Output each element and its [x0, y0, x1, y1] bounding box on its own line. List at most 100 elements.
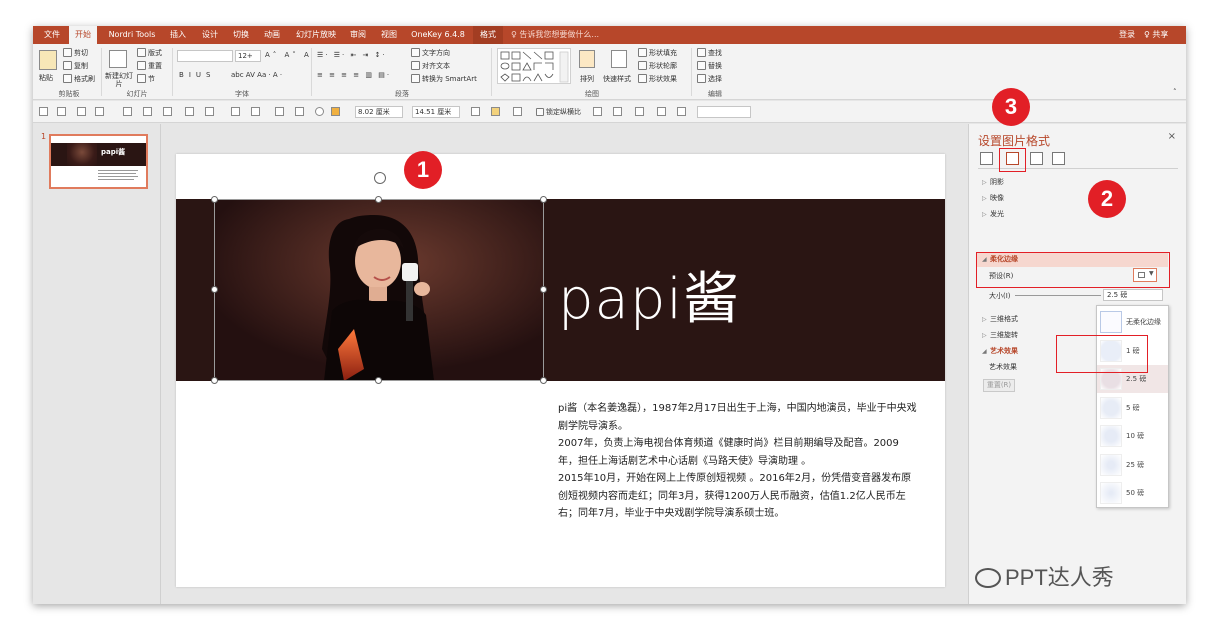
glow-section[interactable]: ▷ 发光 [982, 209, 1004, 219]
bold-button[interactable]: B [179, 71, 189, 79]
quick-styles-button[interactable]: 快速样式 [603, 74, 631, 84]
resize-handle[interactable] [540, 377, 547, 384]
tab-slide-show[interactable]: 幻灯片放映 [291, 26, 341, 44]
tool-icon[interactable] [251, 107, 260, 116]
selection-frame[interactable] [214, 199, 544, 381]
shape-outline-button[interactable]: 形状轮廓 [638, 61, 677, 71]
tool-icon[interactable] [275, 107, 284, 116]
resize-handle[interactable] [540, 196, 547, 203]
replace-button[interactable]: 替换 [697, 61, 722, 71]
size-properties-tab-icon[interactable] [1030, 152, 1043, 165]
font-color-buttons[interactable]: abc AV Aa · A · [231, 71, 282, 79]
highlight-icon[interactable] [185, 107, 194, 116]
tool-icon[interactable] [57, 107, 66, 116]
smartart-button[interactable]: 转换为 SmartArt [411, 74, 477, 84]
select-button[interactable]: 选择 [697, 74, 722, 84]
tab-animations[interactable]: 动画 [259, 26, 285, 44]
tell-me-search[interactable]: ♀ 告诉我您想要做什么... [511, 26, 599, 44]
tool-icon[interactable] [39, 107, 48, 116]
close-icon[interactable]: × [1168, 131, 1176, 142]
copy-button[interactable]: 复制 [63, 61, 88, 71]
shapes-gallery[interactable] [497, 48, 571, 84]
tool-icon[interactable] [635, 107, 644, 116]
tool-icon[interactable] [95, 107, 104, 116]
resize-handle[interactable] [211, 377, 218, 384]
preset-dropdown-button[interactable]: ▼ [1133, 268, 1157, 282]
shape-effects-button[interactable]: 形状效果 [638, 74, 677, 84]
tab-onekey[interactable]: OneKey 6.4.8 [409, 26, 467, 44]
tab-review[interactable]: 审阅 [345, 26, 371, 44]
size-slider[interactable] [1015, 295, 1101, 296]
tool-icon[interactable] [513, 107, 522, 116]
tool-icon[interactable] [657, 107, 666, 116]
font-family-select[interactable] [177, 50, 233, 62]
new-slide-button[interactable]: 新建幻灯片 [105, 72, 133, 88]
tab-home[interactable]: 开始 [69, 26, 97, 44]
reset-button[interactable]: 重置(R) [983, 379, 1015, 392]
tool-icon[interactable] [231, 107, 240, 116]
arrange-button[interactable]: 排列 [580, 74, 594, 84]
rotate-handle-icon[interactable] [374, 172, 386, 184]
preset-50pt[interactable]: 50 磅 [1097, 479, 1168, 507]
layout-button[interactable]: 版式 [137, 48, 162, 58]
resize-handle[interactable] [375, 377, 382, 384]
tab-insert[interactable]: 插入 [165, 26, 191, 44]
reset-slide-button[interactable]: 重置 [137, 61, 162, 71]
tool-icon[interactable] [205, 107, 214, 116]
shadow-text-button[interactable]: S [206, 71, 215, 79]
preset-25pt[interactable]: 25 磅 [1097, 451, 1168, 479]
folder-icon[interactable] [491, 107, 500, 116]
tool-icon[interactable] [295, 107, 304, 116]
paste-button[interactable]: 粘贴 [39, 73, 53, 83]
tab-nordri-tools[interactable]: Nordri Tools [105, 26, 159, 44]
new-slide-icon[interactable] [109, 50, 127, 68]
paste-icon[interactable] [39, 50, 57, 70]
size-input[interactable]: 2.5 磅 [1103, 289, 1163, 301]
tab-format[interactable]: 格式 [473, 26, 503, 44]
find-button[interactable]: 查找 [697, 48, 722, 58]
crop-icon[interactable] [143, 107, 152, 116]
slide-title[interactable]: papi酱 [558, 254, 740, 335]
lock-ratio-checkbox[interactable]: 锁定纵横比 [536, 107, 581, 117]
font-size-grow-shrink[interactable]: A˄ A˅ A [265, 51, 312, 59]
align-text-button[interactable]: 对齐文本 [411, 61, 450, 71]
cut-button[interactable]: 剪切 [63, 48, 88, 58]
tool-icon[interactable] [677, 107, 686, 116]
preset-5pt[interactable]: 5 磅 [1097, 394, 1168, 422]
resize-handle[interactable] [375, 196, 382, 203]
text-direction-button[interactable]: 文字方向 [411, 48, 450, 58]
format-painter-button[interactable]: 格式刷 [63, 74, 95, 84]
rotation-3d-section[interactable]: ▷ 三维旋转 [982, 330, 1018, 340]
underline-button[interactable]: U [196, 71, 206, 79]
share-button[interactable]: ♀ 共享 [1144, 26, 1168, 44]
fill-line-tab-icon[interactable] [980, 152, 993, 165]
toolbar-combo[interactable] [697, 106, 751, 118]
tool-icon[interactable] [613, 107, 622, 116]
resize-handle[interactable] [211, 286, 218, 293]
soft-edges-section[interactable]: ◢ 柔化边缘 [982, 254, 1018, 264]
tool-icon[interactable] [77, 107, 86, 116]
picture-tab-icon[interactable] [1052, 152, 1065, 165]
shape-fill-button[interactable]: 形状填充 [638, 48, 677, 58]
resize-handle[interactable] [540, 286, 547, 293]
arrange-icon[interactable] [579, 50, 595, 68]
collapse-ribbon-icon[interactable]: ˄ [1173, 88, 1177, 96]
login-link[interactable]: 登录 [1119, 26, 1135, 44]
font-style-buttons[interactable]: BIUS [179, 71, 215, 79]
quick-styles-icon[interactable] [611, 50, 627, 68]
format-3d-section[interactable]: ▷ 三维格式 [982, 314, 1018, 324]
tab-view[interactable]: 视图 [376, 26, 402, 44]
fill-color-icon[interactable] [331, 107, 340, 116]
resize-handle[interactable] [211, 196, 218, 203]
tab-file[interactable]: 文件 [39, 26, 65, 44]
height-input[interactable]: 14.51 厘米 [412, 106, 460, 118]
eyedropper-icon[interactable] [123, 107, 132, 116]
circle-icon[interactable] [315, 107, 324, 116]
tab-transitions[interactable]: 切换 [228, 26, 254, 44]
tool-icon[interactable] [471, 107, 480, 116]
slide-body-text[interactable]: pi酱（本名姜逸磊），1987年2月17日出生于上海，中国内地演员，毕业于中央戏… [558, 400, 918, 523]
preset-10pt[interactable]: 10 磅 [1097, 422, 1168, 450]
shadow-section[interactable]: ▷ 阴影 [982, 177, 1004, 187]
artistic-effects-section[interactable]: ◢ 艺术效果 [982, 346, 1018, 356]
preset-none[interactable]: 无柔化边缘 [1097, 308, 1168, 336]
